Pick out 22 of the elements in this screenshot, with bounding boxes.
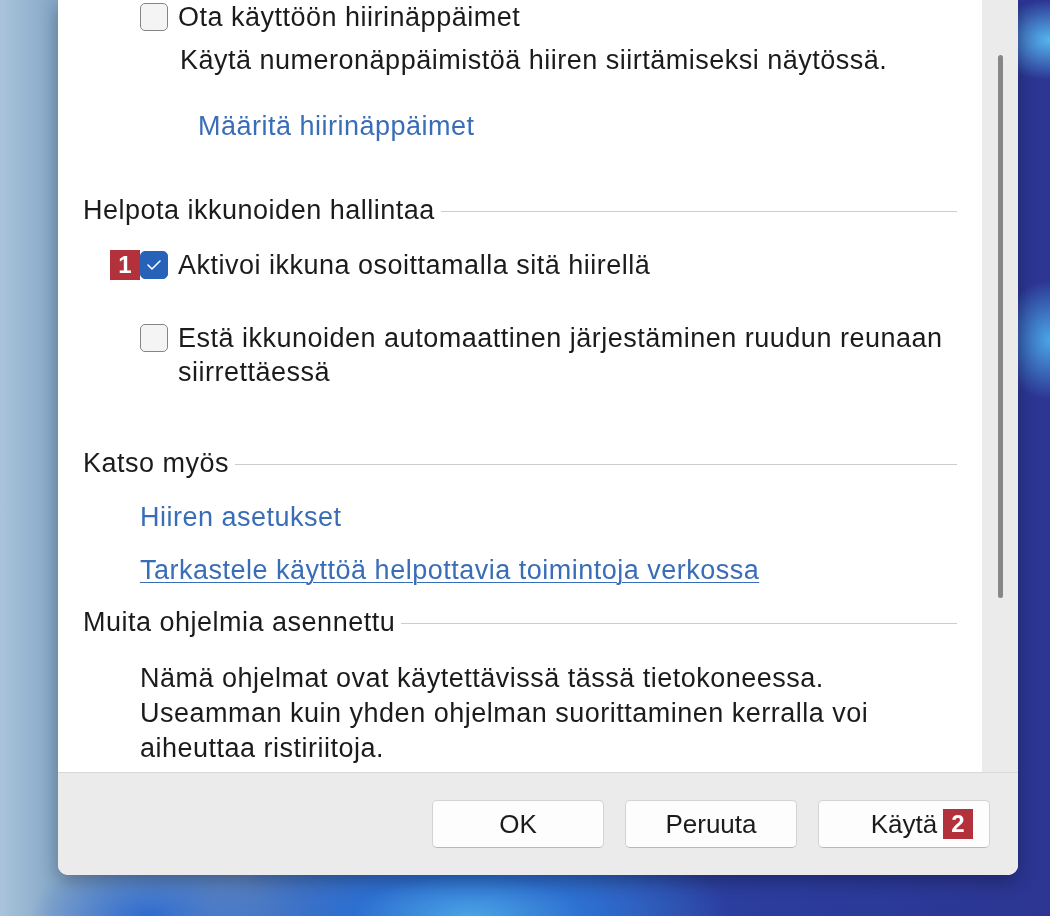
dialog-button[interactable]: Peruuta xyxy=(625,800,797,848)
dialog-button[interactable]: Käytä 2 xyxy=(818,800,990,848)
checkbox-label[interactable]: Ota käyttöön hiirinäppäimet xyxy=(178,0,521,34)
section-heading: Helpota ikkunoiden hallintaa xyxy=(83,194,435,227)
scrollbar-thumb[interactable] xyxy=(997,55,1003,598)
step-badge: 2 xyxy=(943,809,973,839)
dialog-button[interactable]: OK xyxy=(432,800,604,848)
description-text: Käytä numeronäppäimistöä hiiren siirtämiseksi näytössä. xyxy=(180,44,888,77)
text-link[interactable]: Tarkastele käyttöä helpottavia toimintoja verkossa xyxy=(140,553,760,587)
checkmark-icon xyxy=(147,260,161,270)
checkbox[interactable] xyxy=(140,324,168,352)
checkbox[interactable] xyxy=(140,3,168,31)
section-heading: Katso myös xyxy=(83,447,230,480)
text-link[interactable]: Hiiren asetukset xyxy=(140,500,342,534)
step-badge: 1 xyxy=(110,250,140,280)
scrollbar-track[interactable] xyxy=(982,0,1018,772)
checkbox[interactable] xyxy=(140,251,168,279)
text-link[interactable]: Määritä hiirinäppäimet xyxy=(198,109,475,143)
checkbox-label[interactable]: Estä ikkunoiden automaattinen järjestäminen ruudun reunaan siirrettäessä xyxy=(178,321,955,389)
info-paragraph: Nämä ohjelmat ovat käytettävissä tässä tietokoneessa. Useamman kuin yhden ohjelman suorittaminen kerralla voi aiheuttaa ristiriitoja. xyxy=(140,662,870,765)
checkbox-label[interactable]: Aktivoi ikkuna osoittamalla sitä hiirellä xyxy=(178,248,651,282)
section-heading: Muita ohjelmia asennettu xyxy=(83,606,396,639)
